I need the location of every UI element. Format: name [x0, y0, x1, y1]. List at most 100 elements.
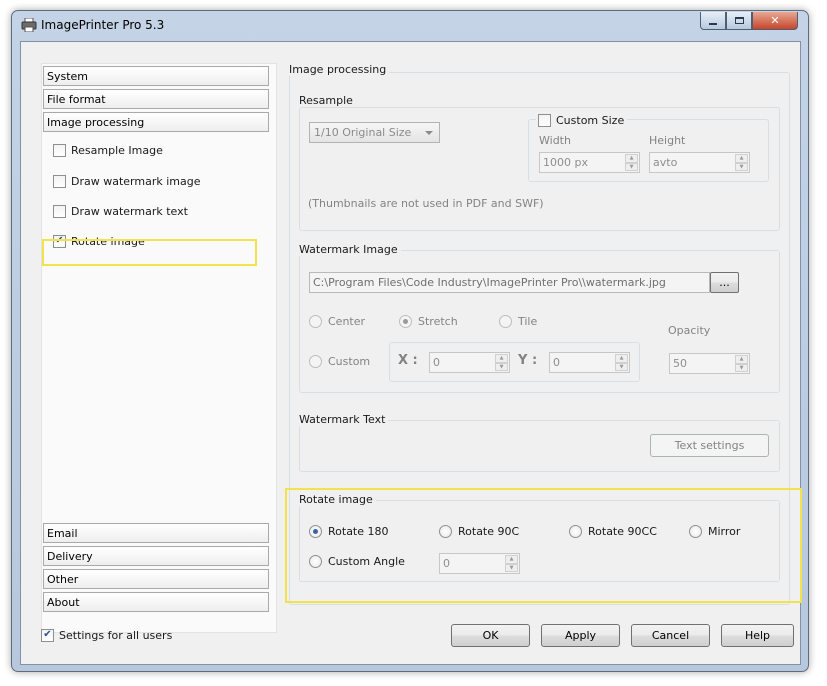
resample-note: (Thumbnails are not used in PDF and SWF): [308, 197, 544, 210]
spin-down-icon[interactable]: ▼: [735, 363, 748, 372]
spin-down-icon[interactable]: ▼: [735, 162, 748, 171]
sub-item-draw-watermark-text[interactable]: Draw watermark text: [42, 202, 188, 220]
rotate-image-highlight: [42, 239, 257, 266]
nav-item-image-processing[interactable]: Image processing: [43, 112, 269, 132]
opacity-stepper[interactable]: 50 ▲ ▼: [669, 353, 750, 374]
height-value: avto: [653, 156, 678, 169]
center-radio[interactable]: [309, 315, 322, 328]
help-button[interactable]: Help: [721, 624, 794, 647]
minimize-icon: [709, 22, 717, 25]
watermark-path-field[interactable]: C:\Program Files\Code Industry\ImagePrin…: [309, 272, 710, 293]
x-stepper[interactable]: 0 ▲ ▼: [429, 352, 510, 373]
width-label: Width: [539, 134, 571, 147]
rotate-90c-label: Rotate 90C: [458, 525, 520, 538]
height-stepper[interactable]: avto ▲ ▼: [649, 152, 750, 173]
sub-item-resample-image[interactable]: Resample Image: [42, 141, 163, 159]
spin-up-icon[interactable]: ▲: [735, 154, 748, 163]
mirror-radio[interactable]: [689, 525, 702, 538]
rotate-image-group-title: Rotate image: [296, 493, 376, 506]
x-label: X :: [398, 353, 418, 368]
custom-angle-option[interactable]: Custom Angle: [309, 555, 405, 568]
rotate-90c-option[interactable]: Rotate 90C: [439, 525, 519, 538]
text-settings-button[interactable]: Text settings: [650, 434, 769, 457]
resample-title: Resample: [296, 94, 356, 107]
browse-button[interactable]: ...: [710, 272, 739, 293]
sub-item-draw-watermark-image[interactable]: Draw watermark image: [42, 172, 200, 190]
custom-angle-stepper[interactable]: 0 ▲ ▼: [439, 553, 520, 574]
x-value: 0: [433, 356, 440, 369]
apply-button[interactable]: Apply: [541, 624, 620, 647]
opacity-value: 50: [673, 357, 687, 370]
nav-item-about[interactable]: About: [43, 592, 269, 612]
custom-label: Custom: [328, 355, 371, 368]
x-stepper-buttons[interactable]: ▲ ▼: [495, 354, 508, 371]
cancel-button[interactable]: Cancel: [631, 624, 710, 647]
custom-option[interactable]: Custom: [309, 355, 370, 368]
maximize-button[interactable]: [726, 12, 752, 30]
spin-down-icon[interactable]: ▼: [615, 362, 628, 371]
rotate-180-option[interactable]: Rotate 180: [309, 525, 389, 538]
rotate-image-group: [299, 500, 780, 582]
custom-size-option[interactable]: Custom Size: [536, 111, 628, 129]
chevron-down-icon: [425, 131, 433, 135]
width-stepper[interactable]: 1000 px ▲ ▼: [539, 152, 640, 173]
spin-down-icon[interactable]: ▼: [495, 362, 508, 371]
tile-option[interactable]: Tile: [499, 315, 537, 328]
stretch-option[interactable]: Stretch: [399, 315, 458, 328]
width-value: 1000 px: [543, 156, 588, 169]
title-bar[interactable]: ImagePrinter Pro 5.3 ✕: [12, 11, 808, 39]
stretch-radio[interactable]: [399, 315, 412, 328]
y-value: 0: [553, 356, 560, 369]
custom-size-checkbox[interactable]: [538, 113, 551, 127]
nav-item-email[interactable]: Email: [43, 523, 269, 543]
height-stepper-buttons[interactable]: ▲ ▼: [735, 154, 748, 171]
tile-radio[interactable]: [499, 315, 512, 328]
y-stepper[interactable]: 0 ▲ ▼: [549, 352, 630, 373]
spin-up-icon[interactable]: ▲: [735, 355, 748, 364]
settings-for-all-users-label: Settings for all users: [59, 628, 173, 642]
spin-down-icon[interactable]: ▼: [505, 563, 518, 572]
center-option[interactable]: Center: [309, 315, 365, 328]
rotate-90cc-radio[interactable]: [569, 525, 582, 538]
width-stepper-buttons[interactable]: ▲ ▼: [625, 154, 638, 171]
nav-item-other[interactable]: Other: [43, 569, 269, 589]
custom-angle-radio[interactable]: [309, 555, 322, 568]
opacity-stepper-buttons[interactable]: ▲ ▼: [735, 355, 748, 372]
center-label: Center: [328, 315, 366, 328]
spin-up-icon[interactable]: ▲: [495, 354, 508, 363]
stretch-label: Stretch: [418, 315, 458, 328]
spin-up-icon[interactable]: ▲: [505, 555, 518, 564]
settings-for-all-users-checkbox[interactable]: ✔: [41, 628, 54, 642]
y-label: Y :: [518, 353, 538, 368]
resample-image-checkbox[interactable]: [53, 143, 66, 157]
nav-item-file-format[interactable]: File format: [43, 89, 269, 109]
spin-up-icon[interactable]: ▲: [625, 154, 638, 163]
image-processing-title: Image processing: [286, 63, 390, 76]
custom-angle-label: Custom Angle: [328, 555, 405, 568]
settings-for-all-users[interactable]: ✔ Settings for all users: [41, 626, 172, 644]
window-title: ImagePrinter Pro 5.3: [41, 18, 165, 32]
mirror-option[interactable]: Mirror: [689, 525, 740, 538]
spin-down-icon[interactable]: ▼: [625, 162, 638, 171]
rotate-90c-radio[interactable]: [439, 525, 452, 538]
custom-angle-value: 0: [443, 557, 450, 570]
mirror-label: Mirror: [708, 525, 741, 538]
custom-radio[interactable]: [309, 355, 322, 368]
resample-size-value: 1/10 Original Size: [314, 126, 412, 139]
maximize-icon: [734, 17, 744, 24]
height-label: Height: [649, 134, 686, 147]
minimize-button[interactable]: [700, 12, 726, 30]
nav-item-delivery[interactable]: Delivery: [43, 546, 269, 566]
spin-up-icon[interactable]: ▲: [615, 354, 628, 363]
close-button[interactable]: ✕: [752, 12, 798, 30]
draw-watermark-text-checkbox[interactable]: [53, 204, 66, 218]
rotate-180-radio[interactable]: [309, 525, 322, 538]
rotate-90cc-option[interactable]: Rotate 90CC: [569, 525, 657, 538]
draw-watermark-image-label: Draw watermark image: [71, 174, 201, 188]
resample-size-select[interactable]: 1/10 Original Size: [309, 122, 440, 143]
custom-angle-stepper-buttons[interactable]: ▲ ▼: [505, 555, 518, 572]
y-stepper-buttons[interactable]: ▲ ▼: [615, 354, 628, 371]
draw-watermark-image-checkbox[interactable]: [53, 174, 66, 188]
nav-item-system[interactable]: System: [43, 66, 269, 86]
ok-button[interactable]: OK: [451, 624, 530, 647]
